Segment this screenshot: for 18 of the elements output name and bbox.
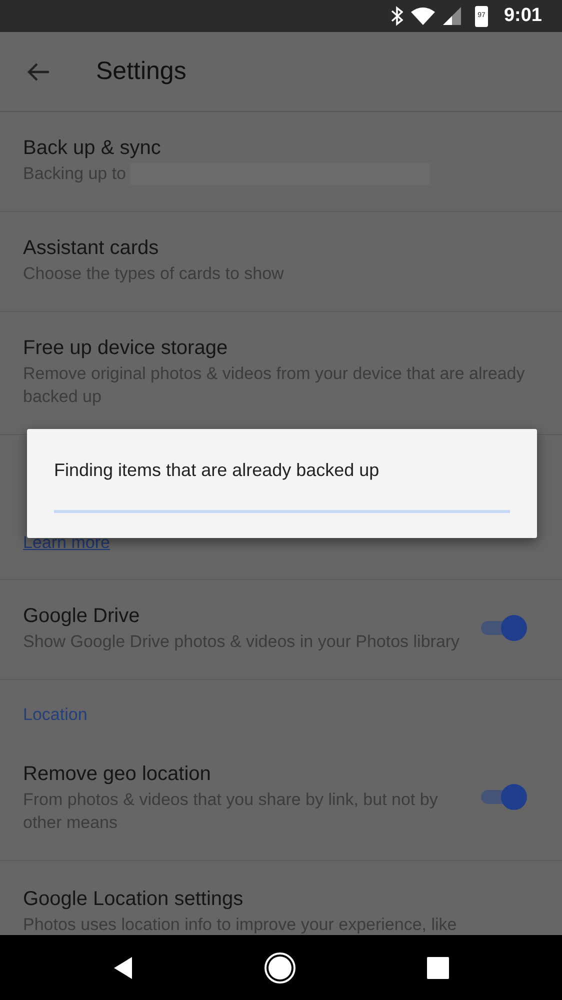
dialog-message: Finding items that are already backed up: [54, 459, 380, 482]
recents-icon[interactable]: [426, 956, 449, 978]
back-icon[interactable]: [113, 956, 134, 980]
setting-title: Remove geo location: [23, 762, 212, 786]
setting-title: Back up & sync: [23, 136, 162, 161]
toggle-switch[interactable]: [479, 782, 527, 812]
setting-title: Free up device storage: [23, 336, 229, 361]
setting-title: Google Location settings: [23, 886, 244, 912]
wifi-icon: [410, 7, 435, 25]
bluetooth-icon: [390, 6, 403, 26]
clock-time: 9:01: [504, 4, 542, 28]
screen-title: Settings: [96, 56, 186, 87]
setting-title: Assistant cards: [23, 236, 160, 261]
signal-icon: [442, 7, 461, 25]
home-icon[interactable]: [264, 952, 296, 984]
setting-title: Google Drive: [23, 604, 141, 629]
toggle-switch[interactable]: [479, 612, 527, 642]
section-header: Location: [22, 704, 88, 726]
